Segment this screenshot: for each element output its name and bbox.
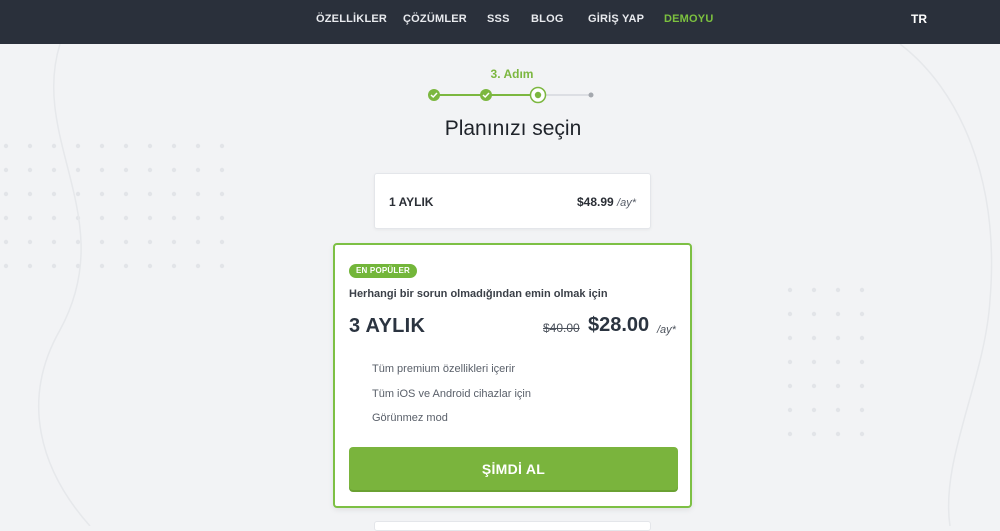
plan-card-partial[interactable] bbox=[374, 521, 651, 531]
plan-per: /ay* bbox=[657, 324, 676, 336]
plan-price-wrap: $48.99 /ay* bbox=[577, 195, 636, 209]
nav-demo[interactable]: DEMOYU bbox=[664, 13, 713, 25]
nav-faq[interactable]: SSS bbox=[487, 13, 510, 25]
step-label: 3. Adım bbox=[490, 67, 534, 81]
step-1-complete-icon bbox=[428, 89, 440, 101]
progress-stepper bbox=[428, 86, 594, 104]
plan-card-3-month[interactable]: EN POPÜLER Herhangi bir sorun olmadığınd… bbox=[333, 243, 692, 508]
nav-features[interactable]: ÖZELLİKLER bbox=[316, 13, 387, 25]
plan-price: $48.99 bbox=[576, 195, 614, 209]
buy-now-button[interactable]: ŞİMDİ AL bbox=[349, 447, 678, 490]
top-navigation: ÖZELLİKLER ÇÖZÜMLER SSS BLOG GİRİŞ YAP D… bbox=[0, 0, 1000, 44]
feature-item: Tüm iOS ve Android cihazlar için bbox=[372, 387, 531, 400]
nav-blog[interactable]: BLOG bbox=[531, 13, 564, 25]
nav-login[interactable]: GİRİŞ YAP bbox=[588, 13, 644, 25]
language-selector[interactable]: TR bbox=[911, 12, 927, 26]
plan-name: 1 AYLIK bbox=[389, 195, 434, 209]
plan-name: 3 AYLIK bbox=[349, 315, 426, 337]
step-3-current-icon bbox=[529, 86, 547, 104]
feature-list: Tüm premium özellikleri içerir Tüm iOS v… bbox=[372, 363, 531, 437]
popular-badge: EN POPÜLER bbox=[349, 264, 418, 278]
plan-card-1-month[interactable]: 1 AYLIK $48.99 /ay* bbox=[374, 173, 651, 229]
page-title: Planınızı seçin bbox=[444, 117, 582, 140]
plan-per: /ay* bbox=[617, 197, 636, 209]
plan-subtitle: Herhangi bir sorun olmadığından emin olm… bbox=[349, 288, 608, 300]
plan-price: $28.00 bbox=[588, 314, 650, 336]
nav-solutions[interactable]: ÇÖZÜMLER bbox=[403, 13, 467, 25]
feature-item: Tüm premium özellikleri içerir bbox=[372, 363, 516, 375]
old-price: $40.00 bbox=[543, 321, 580, 335]
step-4-pending-icon bbox=[588, 92, 594, 98]
feature-item: Görünmez mod bbox=[372, 412, 448, 424]
step-2-complete-icon bbox=[480, 89, 492, 101]
